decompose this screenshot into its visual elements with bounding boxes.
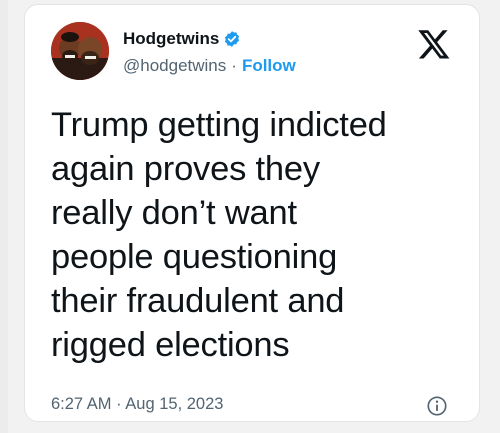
- tweet-timestamp[interactable]: 6:27 AM · Aug 15, 2023: [51, 395, 223, 414]
- verified-badge-icon: [225, 31, 240, 47]
- separator-dot: ·: [231, 56, 237, 75]
- handle-row: @hodgetwins · Follow: [123, 56, 296, 76]
- info-icon[interactable]: [426, 395, 448, 417]
- avatar[interactable]: [51, 22, 109, 80]
- x-logo-icon[interactable]: [417, 27, 451, 61]
- display-name[interactable]: Hodgetwins: [123, 29, 219, 49]
- follow-button[interactable]: Follow: [242, 56, 296, 76]
- handle[interactable]: @hodgetwins: [123, 56, 226, 76]
- name-row: Hodgetwins: [123, 29, 241, 49]
- tweet-card: Hodgetwins @hodgetwins · Follow Trump ge…: [24, 4, 480, 422]
- background-strip: [0, 0, 8, 433]
- tweet-text: Trump getting indicted again proves they…: [51, 106, 387, 364]
- avatar-image: [51, 22, 109, 80]
